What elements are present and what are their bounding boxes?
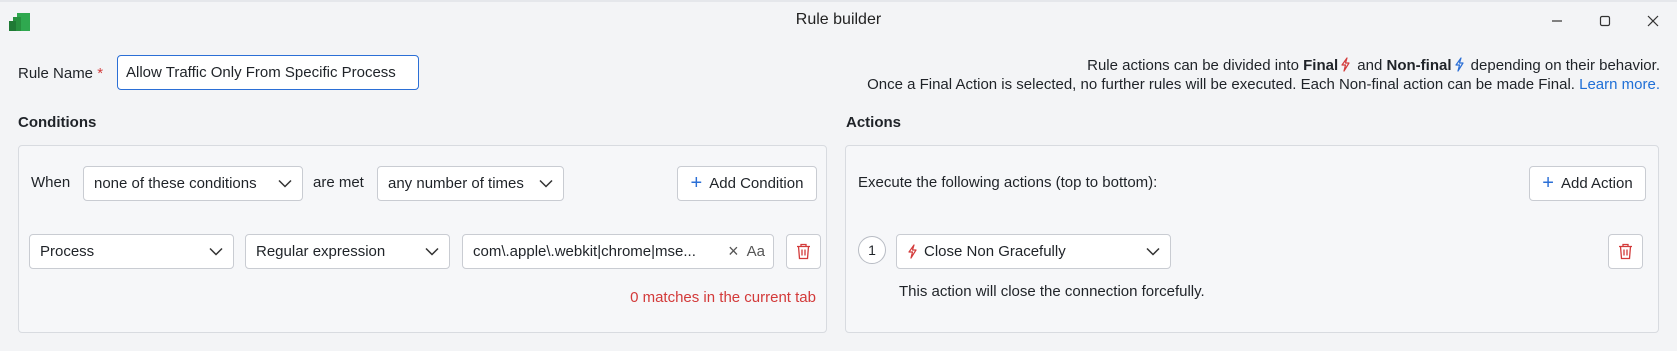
learn-more-link[interactable]: Learn more. [1579, 76, 1660, 93]
add-condition-button[interactable]: + Add Condition [677, 166, 817, 201]
chevron-down-icon [539, 179, 553, 188]
required-mark: * [97, 65, 104, 82]
matches-count-text: 0 matches in the current tab [630, 289, 816, 306]
condition-operator-select[interactable]: Regular expression [245, 234, 450, 269]
conditions-title: Conditions [18, 114, 97, 131]
non-final-label: Non-final [1386, 57, 1452, 74]
rule-name-input[interactable]: Allow Traffic Only From Specific Process [117, 55, 419, 90]
actions-description: Execute the following actions (top to bo… [858, 174, 1158, 191]
clear-icon[interactable]: × [728, 241, 739, 262]
action-help-text: This action will close the connection fo… [899, 283, 1205, 300]
action-step-number: 1 [858, 236, 886, 264]
title-bar: Rule builder [0, 0, 1677, 38]
delete-action-button[interactable] [1608, 234, 1643, 269]
trash-icon [797, 243, 810, 260]
actions-panel: Execute the following actions (top to bo… [845, 145, 1659, 333]
final-bolt-icon [908, 244, 917, 259]
chevron-down-icon [425, 247, 439, 256]
add-action-button[interactable]: + Add Action [1529, 166, 1646, 201]
maximize-icon [1599, 15, 1611, 27]
actions-title: Actions [846, 114, 902, 131]
match-case-toggle[interactable]: Aa [747, 243, 765, 260]
plus-icon: + [690, 171, 703, 194]
are-met-label: are met [313, 174, 364, 191]
when-label: When [31, 174, 71, 191]
trash-icon [1619, 243, 1632, 260]
condition-field-select[interactable]: Process [29, 234, 234, 269]
condition-value-text: com\.apple\.webkit|chrome|mse... [473, 243, 696, 260]
app-logo-icon [9, 13, 30, 31]
final-label: Final [1303, 57, 1339, 74]
plus-icon: + [1542, 171, 1554, 194]
rule-name-label: Rule Name * [18, 65, 104, 82]
maximize-button[interactable] [1581, 2, 1629, 40]
delete-condition-button[interactable] [786, 234, 821, 269]
times-mode-select[interactable]: any number of times [377, 166, 564, 201]
match-mode-select[interactable]: none of these conditions [83, 166, 303, 201]
chevron-down-icon [1146, 247, 1160, 256]
action-select[interactable]: Close Non Gracefully [896, 234, 1171, 269]
non-final-bolt-icon [1454, 57, 1464, 72]
close-icon [1647, 15, 1659, 27]
minimize-icon [1552, 20, 1562, 22]
close-window-button[interactable] [1629, 2, 1677, 40]
conditions-panel: When none of these conditions are met an… [18, 145, 827, 333]
final-bolt-icon [1341, 57, 1350, 72]
action-info-text: Rule actions can be divided into Final a… [867, 57, 1660, 93]
minimize-button[interactable] [1533, 2, 1581, 40]
window-title: Rule builder [795, 11, 882, 28]
condition-value-input[interactable]: com\.apple\.webkit|chrome|mse... × Aa [462, 234, 774, 269]
window-controls [1533, 2, 1677, 40]
chevron-down-icon [209, 247, 223, 256]
chevron-down-icon [278, 179, 292, 188]
